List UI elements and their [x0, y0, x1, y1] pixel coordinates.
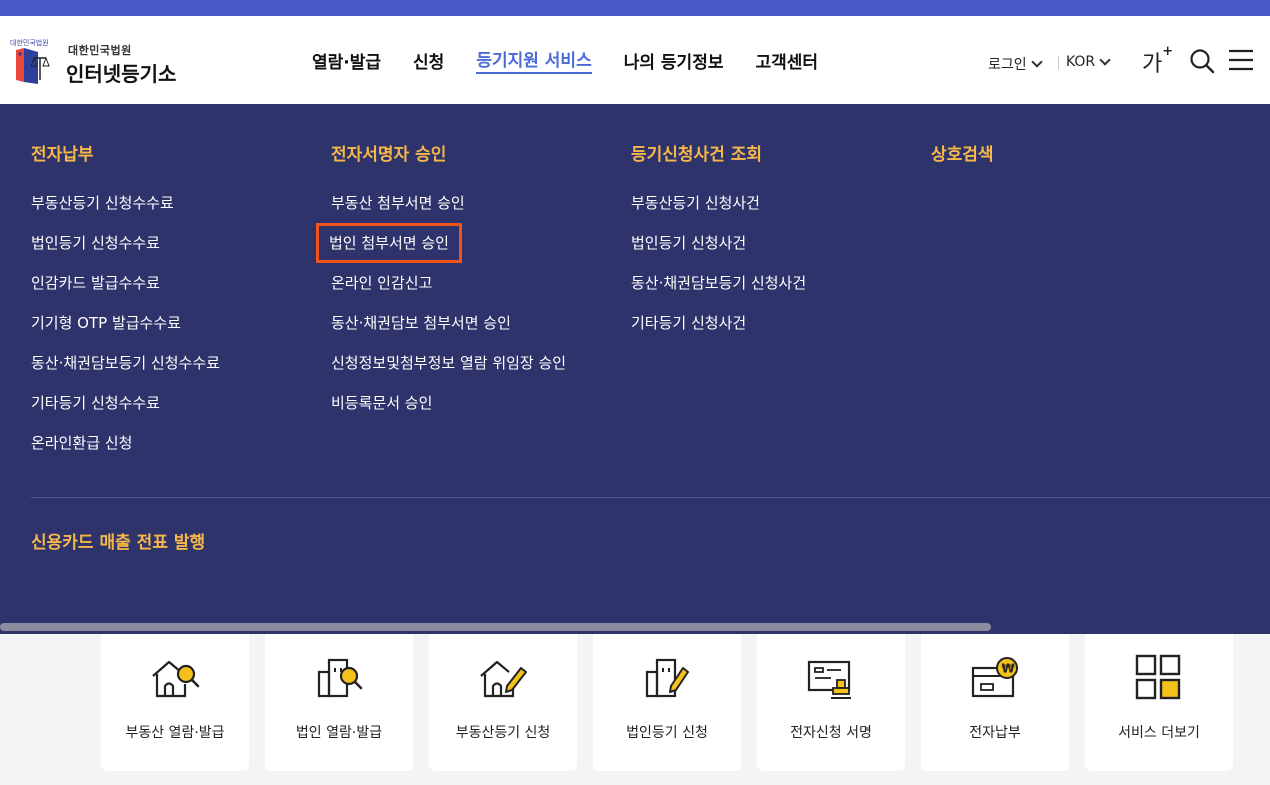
quick-card-corporate-view[interactable]: 법인 열람·발급 — [265, 634, 413, 771]
quick-card-label: 서비스 더보기 — [1118, 725, 1200, 741]
building-search-icon — [317, 658, 363, 698]
mega-menu-panel: 전자납부 부동산등기 신청수수료 법인등기 신청수수료 인감카드 발급수수료 기… — [0, 104, 1270, 634]
menu-item[interactable]: 부동산등기 신청수수료 — [31, 192, 220, 232]
logo-title: 인터넷등기소 — [66, 62, 177, 86]
building-pen-icon — [645, 658, 689, 698]
quick-card-e-payment[interactable]: ₩ 전자납부 — [921, 634, 1069, 771]
menu-item[interactable]: 온라인 인감신고 — [331, 272, 566, 312]
menu-item-list: 부동산 첨부서면 승인 법인 첨부서면 승인 온라인 인감신고 동산·채권담보 … — [316, 192, 566, 432]
quick-card-more-services[interactable]: 서비스 더보기 — [1085, 634, 1233, 771]
nav-item-registry-support[interactable]: 등기지원 서비스 — [460, 16, 607, 104]
menu-item-highlighted[interactable]: 법인 첨부서면 승인 — [316, 223, 566, 272]
highlight-box[interactable]: 법인 첨부서면 승인 — [316, 223, 462, 263]
menu-item[interactable]: 법인등기 신청사건 — [631, 232, 806, 272]
top-color-strip — [0, 0, 1270, 16]
nav-item-my-registry[interactable]: 나의 등기정보 — [608, 16, 740, 104]
quick-card-corporate-apply[interactable]: 법인등기 신청 — [593, 634, 741, 771]
menu-item[interactable]: 온라인환급 신청 — [31, 432, 220, 472]
menu-item[interactable]: 기기형 OTP 발급수수료 — [31, 312, 220, 352]
menu-item[interactable]: 비등록문서 승인 — [331, 392, 566, 432]
menu-divider — [31, 497, 1270, 498]
hamburger-menu-icon[interactable] — [1228, 48, 1254, 72]
menu-column-title[interactable]: 등기신청사건 조회 — [631, 140, 762, 165]
quick-menu: 부동산 열람·발급 법인 열람·발급 부동산등기 신청 법인등기 신청 전자신청… — [0, 634, 1270, 785]
menu-item[interactable]: 동산·채권담보등기 신청사건 — [631, 272, 806, 312]
svg-text:대한민국법원: 대한민국법원 — [10, 38, 49, 47]
login-dropdown[interactable]: 로그인 — [988, 54, 1043, 74]
utility-divider — [1058, 56, 1059, 70]
quick-card-e-sign[interactable]: 전자신청 서명 — [757, 634, 905, 771]
utility-menu: 로그인 KOR 가+ — [970, 16, 1270, 104]
nav-item-apply[interactable]: 신청 — [397, 16, 460, 104]
nav-item-customer-center[interactable]: 고객센터 — [739, 16, 834, 104]
menu-item[interactable]: 부동산등기 신청사건 — [631, 192, 806, 232]
svg-text:₩: ₩ — [1002, 662, 1016, 676]
quick-card-label: 법인등기 신청 — [626, 725, 708, 741]
menu-item[interactable]: 동산·채권담보등기 신청수수료 — [31, 352, 220, 392]
menu-item-list: 부동산등기 신청수수료 법인등기 신청수수료 인감카드 발급수수료 기기형 OT… — [31, 192, 220, 472]
logo-subtitle: 대한민국법원 — [68, 44, 132, 57]
nav-item-view-issue[interactable]: 열람·발급 — [296, 16, 397, 104]
grid-more-icon — [1135, 654, 1181, 700]
main-nav: 열람·발급 신청 등기지원 서비스 나의 등기정보 고객센터 — [296, 16, 834, 104]
quick-card-label: 전자신청 서명 — [790, 725, 872, 741]
site-logo[interactable]: 대한민국법원 대한민국법원 인터넷등기소 — [8, 36, 198, 88]
quick-card-label: 법인 열람·발급 — [295, 725, 383, 741]
credit-card-receipt-link[interactable]: 신용카드 매출 전표 발행 — [31, 528, 205, 553]
court-emblem-icon: 대한민국법원 — [10, 38, 50, 84]
menu-item[interactable]: 기타등기 신청사건 — [631, 312, 806, 352]
chevron-down-icon — [1099, 53, 1111, 66]
menu-item[interactable]: 인감카드 발급수수료 — [31, 272, 220, 312]
quick-card-label: 부동산 열람·발급 — [125, 725, 225, 741]
quick-card-property-apply[interactable]: 부동산등기 신청 — [429, 634, 577, 771]
quick-card-label: 부동산등기 신청 — [455, 725, 551, 741]
menu-item[interactable]: 신청정보및첨부정보 열람 위임장 승인 — [331, 352, 566, 392]
horizontal-scrollbar-thumb[interactable] — [0, 623, 991, 631]
quick-card-label: 전자납부 — [969, 725, 1021, 741]
menu-item[interactable]: 법인등기 신청수수료 — [31, 232, 220, 272]
menu-column-title[interactable]: 상호검색 — [931, 140, 994, 165]
quick-card-property-view[interactable]: 부동산 열람·발급 — [101, 634, 249, 771]
house-pen-icon — [480, 660, 527, 698]
menu-item[interactable]: 동산·채권담보 첨부서면 승인 — [331, 312, 566, 352]
search-icon[interactable] — [1189, 48, 1215, 74]
wallet-won-icon: ₩ — [971, 657, 1018, 698]
site-header: 대한민국법원 대한민국법원 인터넷등기소 열람·발급 신청 등기지원 서비스 나… — [0, 16, 1270, 104]
menu-column-title[interactable]: 전자서명자 승인 — [331, 140, 446, 165]
house-search-icon — [152, 660, 200, 698]
language-dropdown[interactable]: KOR — [1066, 53, 1111, 70]
font-size-button[interactable]: 가+ — [1142, 44, 1173, 78]
chevron-down-icon — [1030, 55, 1043, 68]
menu-item[interactable]: 기타등기 신청수수료 — [31, 392, 220, 432]
menu-item-list: 부동산등기 신청사건 법인등기 신청사건 동산·채권담보등기 신청사건 기타등기… — [631, 192, 806, 352]
menu-column-title[interactable]: 전자납부 — [31, 140, 94, 165]
document-stamp-icon — [807, 660, 851, 699]
